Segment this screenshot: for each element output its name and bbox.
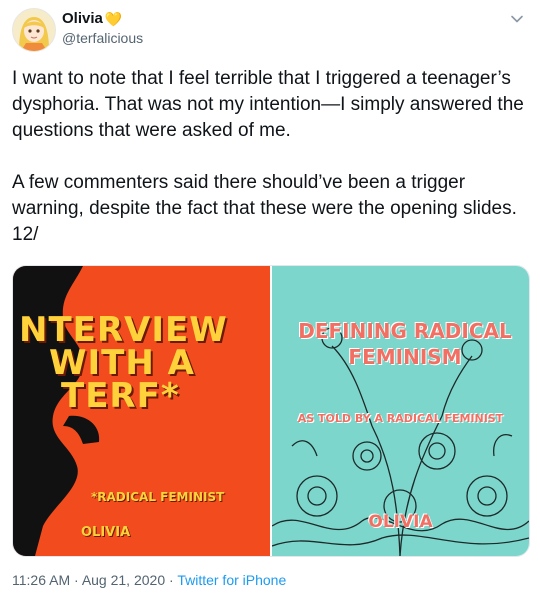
slide-left-author: OLIVIA	[81, 525, 131, 540]
media-grid: NTERVIEW WITH A TERF* *RADICAL FEMINIST …	[12, 265, 530, 557]
tweet-text: I want to note that I feel terrible that…	[12, 68, 524, 245]
slide-right-author: OLIVIA	[368, 512, 433, 532]
tweet-meta: 11:26 AM · Aug 21, 2020 · Twitter for iP…	[12, 572, 286, 588]
anime-avatar-icon	[13, 9, 55, 51]
slide-left-title: NTERVIEW WITH A TERF*	[19, 310, 228, 416]
tweet: Olivia 💛 @terfalicious I want to note th…	[0, 0, 540, 599]
tweet-time[interactable]: 11:26 AM	[12, 572, 70, 588]
slide-right-subtitle: AS TOLD BY A RADICAL FEMINIST	[297, 412, 504, 425]
more-options-button[interactable]	[508, 10, 526, 28]
slide-right-title: DEFINING RADICAL FEMINISM	[298, 319, 512, 369]
meta-separator-2: ·	[169, 572, 174, 588]
user-handle[interactable]: @terfalicious	[62, 30, 143, 46]
media-image-left[interactable]: NTERVIEW WITH A TERF* *RADICAL FEMINIST …	[13, 266, 270, 556]
slide-left-subtitle: *RADICAL FEMINIST	[91, 490, 225, 504]
media-image-right[interactable]: DEFINING RADICAL FEMINISM AS TOLD BY A R…	[272, 266, 529, 556]
tweet-source-link[interactable]: Twitter for iPhone	[177, 572, 286, 588]
tweet-date[interactable]: Aug 21, 2020	[82, 572, 165, 588]
yellow-heart-icon: 💛	[104, 10, 123, 27]
avatar[interactable]	[12, 8, 56, 52]
chevron-down-icon	[511, 15, 523, 23]
user-info: Olivia 💛 @terfalicious	[62, 10, 143, 46]
meta-separator: ·	[74, 572, 79, 588]
display-name[interactable]: Olivia	[62, 10, 103, 27]
